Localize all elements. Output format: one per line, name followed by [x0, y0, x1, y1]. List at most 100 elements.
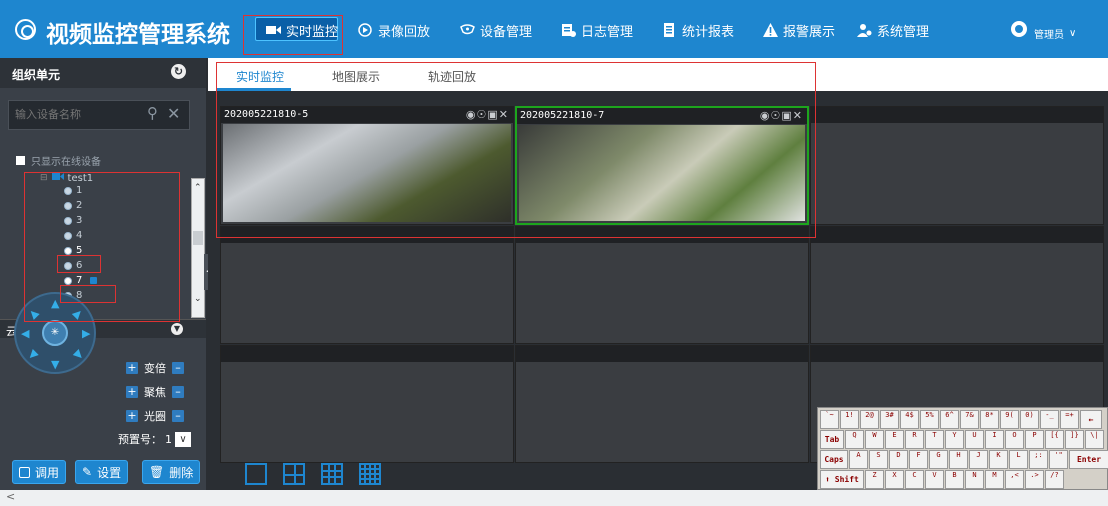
key[interactable]: 9( [1000, 410, 1019, 429]
key[interactable]: 5% [920, 410, 939, 429]
video-cell-empty[interactable] [810, 106, 1104, 225]
tree-channel[interactable]: 2 [64, 200, 82, 211]
talk-icon[interactable]: ☉ [771, 109, 782, 122]
focus-in-icon[interactable]: + [126, 386, 138, 398]
key[interactable]: 4$ [900, 410, 919, 429]
tree-channel[interactable]: 3 [64, 215, 82, 226]
key[interactable]: R [905, 430, 924, 449]
nav-item-logs[interactable]: 日志管理 [561, 20, 633, 40]
key[interactable]: -_ [1040, 410, 1059, 429]
video-cell-empty[interactable] [515, 226, 809, 344]
key[interactable]: E [885, 430, 904, 449]
key[interactable]: 3# [880, 410, 899, 429]
key[interactable]: 0) [1020, 410, 1039, 429]
nav-item-reports[interactable]: 统计报表 [662, 20, 734, 40]
tab-live[interactable]: 实时监控 [236, 68, 284, 85]
key[interactable]: Q [845, 430, 864, 449]
key[interactable]: F [909, 450, 928, 469]
tree-channel[interactable]: 6 [64, 260, 82, 271]
key[interactable]: N [965, 470, 984, 489]
key[interactable]: 8* [980, 410, 999, 429]
ptz-collapse-icon[interactable]: ▼ [171, 323, 183, 335]
video-cell-empty[interactable] [515, 345, 809, 463]
key[interactable]: ,< [1005, 470, 1024, 489]
refresh-icon[interactable]: ↻ [171, 64, 186, 79]
key[interactable]: ]} [1065, 430, 1084, 449]
zoom-out-icon[interactable]: – [172, 362, 184, 374]
key[interactable]: C [905, 470, 924, 489]
key[interactable]: Y [945, 430, 964, 449]
nav-item-playback[interactable]: 录像回放 [358, 20, 430, 40]
key[interactable]: =+ [1060, 410, 1079, 429]
shift-key[interactable]: ⬆ Shift [820, 470, 864, 489]
key[interactable]: U [965, 430, 984, 449]
online-only-toggle[interactable]: 只显示在线设备 [16, 153, 101, 168]
tree-channel[interactable]: 4 [64, 230, 82, 241]
key[interactable]: S [869, 450, 888, 469]
key[interactable]: /? [1045, 470, 1064, 489]
key[interactable]: Z [865, 470, 884, 489]
key[interactable]: D [889, 450, 908, 469]
iris-open-icon[interactable]: + [126, 410, 138, 422]
delete-preset-button[interactable]: 🗑 删除 [142, 460, 201, 484]
video-cell-empty[interactable] [220, 345, 514, 463]
key[interactable]: L [1009, 450, 1028, 469]
snapshot-icon[interactable]: ▣ [487, 108, 498, 121]
user-menu[interactable]: 管理员 ∨ [1034, 23, 1076, 43]
tab-key[interactable]: Tab [820, 430, 844, 449]
key[interactable]: K [989, 450, 1008, 469]
video-cell-selected[interactable]: 202005221810-7 ◉☉▣✕ [515, 106, 809, 225]
focus-out-icon[interactable]: – [172, 386, 184, 398]
key[interactable]: H [949, 450, 968, 469]
nav-item-system[interactable]: 系统管理 [857, 20, 929, 40]
ptz-right-icon[interactable]: ▶ [82, 327, 90, 340]
key[interactable]: `~ [820, 410, 839, 429]
ptz-down-right-icon[interactable]: ▼ [71, 347, 86, 362]
call-preset-button[interactable]: 调用 [12, 460, 67, 484]
key[interactable]: A [849, 450, 868, 469]
checkbox[interactable] [16, 156, 25, 165]
nav-item-live[interactable]: 实时监控 [266, 20, 338, 40]
nav-item-devices[interactable]: 设备管理 [460, 20, 532, 40]
user-avatar-icon[interactable] [1011, 21, 1027, 37]
scroll-left-icon[interactable]: < [6, 490, 15, 503]
talk-icon[interactable]: ☉ [477, 108, 488, 121]
key[interactable]: W [865, 430, 884, 449]
key[interactable]: I [985, 430, 1004, 449]
key[interactable]: B [945, 470, 964, 489]
search-icon[interactable]: ⚲ [147, 104, 158, 122]
ptz-up-right-icon[interactable]: ▲ [71, 306, 86, 321]
key[interactable]: ;: [1029, 450, 1048, 469]
close-icon[interactable]: ✕ [793, 109, 803, 122]
snapshot-icon[interactable]: ▣ [781, 109, 792, 122]
ptz-left-icon[interactable]: ◀ [21, 327, 29, 340]
scroll-thumb[interactable] [193, 231, 203, 245]
ptz-down-left-icon[interactable]: ▼ [26, 347, 41, 362]
key[interactable]: G [929, 450, 948, 469]
key[interactable]: M [985, 470, 1004, 489]
record-icon[interactable]: ◉ [760, 109, 771, 122]
video-cell-empty[interactable] [810, 226, 1104, 344]
layout-4x4-icon[interactable] [359, 463, 381, 485]
ptz-down-icon[interactable]: ▼ [51, 358, 59, 371]
key[interactable]: X [885, 470, 904, 489]
ptz-auto-icon[interactable]: ✳ [42, 320, 68, 346]
tree-channel[interactable]: 7 [64, 275, 98, 286]
ptz-up-icon[interactable]: ▲ [51, 297, 59, 310]
tree-channel[interactable]: 1 [64, 185, 82, 196]
tree-channel[interactable]: 5 [64, 245, 82, 256]
key[interactable]: V [925, 470, 944, 489]
layout-2x2-icon[interactable] [283, 463, 305, 485]
key[interactable]: 2@ [860, 410, 879, 429]
layout-1x1-icon[interactable] [245, 463, 267, 485]
ptz-up-left-icon[interactable]: ▲ [26, 306, 41, 321]
key[interactable]: P [1025, 430, 1044, 449]
preset-dropdown[interactable]: ∨ [175, 431, 191, 447]
clear-icon[interactable]: ✕ [167, 104, 180, 123]
key[interactable]: \| [1085, 430, 1104, 449]
key[interactable]: 1! [840, 410, 859, 429]
key[interactable]: O [1005, 430, 1024, 449]
zoom-in-icon[interactable]: + [126, 362, 138, 374]
iris-close-icon[interactable]: – [172, 410, 184, 422]
backspace-key[interactable]: ← [1080, 410, 1102, 429]
